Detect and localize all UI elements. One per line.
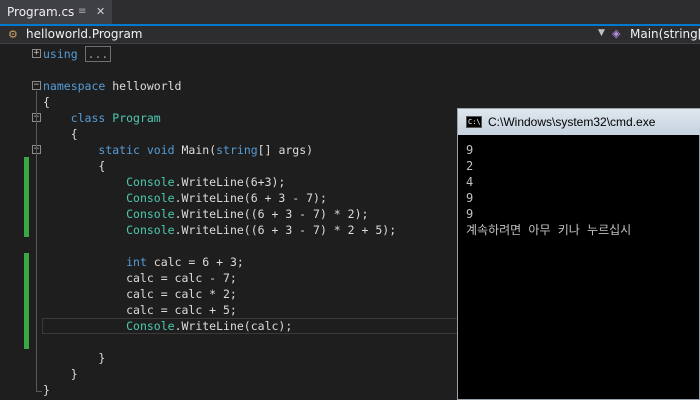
- code-line[interactable]: class Program: [43, 110, 161, 126]
- code-token: string: [216, 143, 258, 157]
- code-token: .WriteLine(6 + 3 - 7);: [174, 191, 327, 205]
- outline-guide-end: [36, 391, 42, 392]
- code-token: .WriteLine(calc);: [174, 319, 293, 333]
- code-line[interactable]: {: [43, 94, 50, 110]
- code-token: Console: [126, 191, 175, 205]
- tab-title: Program.cs: [7, 5, 75, 19]
- code-line[interactable]: Console.WriteLine((6 + 3 - 7) * 2 + 5);: [43, 222, 396, 238]
- code-line[interactable]: }: [43, 382, 50, 398]
- code-line[interactable]: }: [43, 366, 78, 382]
- code-line[interactable]: namespace helloworld: [43, 78, 181, 94]
- console-output-line: 9: [466, 143, 474, 157]
- code-token: int: [126, 255, 147, 269]
- console-output: 9 2 4 9 9 계속하려면 아무 키나 누르십시: [458, 136, 699, 399]
- code-token: helloworld: [105, 79, 182, 93]
- collapsed-region[interactable]: ...: [84, 46, 112, 62]
- code-token: {: [43, 127, 78, 141]
- code-token: static: [98, 143, 140, 157]
- code-line[interactable]: calc = calc - 7;: [43, 270, 237, 286]
- code-token: calc = calc * 2;: [43, 287, 237, 301]
- code-token: using: [43, 47, 78, 61]
- code-token: }: [43, 367, 78, 381]
- console-output-line: 9: [466, 191, 474, 205]
- code-line[interactable]: {: [43, 158, 105, 174]
- code-line[interactable]: calc = calc * 2;: [43, 286, 237, 302]
- code-token: {: [43, 159, 106, 173]
- cmd-icon: C:\: [466, 116, 482, 128]
- code-token: }: [43, 351, 106, 365]
- code-line[interactable]: Console.WriteLine(calc);: [43, 318, 292, 334]
- outline-guide: [36, 91, 37, 391]
- tab-strip: Program.cs ≡ ✕: [0, 0, 700, 26]
- code-line[interactable]: Console.WriteLine(6+3);: [43, 174, 285, 190]
- fold-toggle-namespace[interactable]: −: [32, 81, 41, 90]
- change-marker: [24, 253, 29, 349]
- code-token: calc = 6 + 3;: [146, 255, 244, 269]
- console-output-line: 4: [466, 175, 474, 189]
- code-token: Console: [126, 319, 175, 333]
- code-token: [] args): [257, 143, 314, 157]
- code-line[interactable]: Console.WriteLine((6 + 3 - 7) * 2);: [43, 206, 368, 222]
- code-token: Console: [126, 175, 175, 189]
- code-token: Program: [112, 111, 161, 125]
- code-token: void: [146, 143, 175, 157]
- method-icon: ◈: [612, 27, 621, 40]
- member-scope-label: Main(string[]: [630, 27, 700, 41]
- code-token: {: [43, 95, 50, 109]
- fold-toggle-using[interactable]: +: [32, 49, 41, 58]
- console-window[interactable]: C:\ C:\Windows\system32\cmd.exe 9 2 4 9 9 계속하…: [457, 108, 700, 400]
- chevron-down-icon[interactable]: ▼: [598, 28, 605, 38]
- code-token: .WriteLine(6+3);: [174, 175, 286, 189]
- code-token: class: [70, 111, 106, 125]
- close-icon[interactable]: ✕: [96, 0, 105, 24]
- code-token: namespace: [43, 79, 106, 93]
- code-line[interactable]: int calc = 6 + 3;: [43, 254, 244, 270]
- code-token: Console: [126, 223, 175, 237]
- console-output-line: 9: [466, 207, 474, 221]
- code-token: .WriteLine((6 + 3 - 7) * 2);: [174, 207, 369, 221]
- code-line[interactable]: using ...: [43, 46, 112, 62]
- code-token: calc = calc - 7;: [43, 271, 237, 285]
- code-token: Console: [126, 207, 175, 221]
- code-token: Main(: [174, 143, 217, 157]
- console-output-line: 2: [466, 159, 474, 173]
- console-output-line: 계속하려면 아무 키나 누르십시: [466, 223, 632, 237]
- code-token: .WriteLine((6 + 3 - 7) * 2 + 5);: [174, 223, 397, 237]
- console-title-bar[interactable]: C:\ C:\Windows\system32\cmd.exe: [458, 109, 700, 135]
- type-scope-label: helloworld.Program: [26, 27, 143, 41]
- code-token: calc = calc + 5;: [43, 303, 237, 317]
- class-icon: ⚙: [8, 28, 18, 41]
- code-token: }: [43, 383, 50, 397]
- member-scope-dropdown[interactable]: ◈ Main(string[]: [610, 26, 700, 44]
- code-line[interactable]: Console.WriteLine(6 + 3 - 7);: [43, 190, 327, 206]
- tab-program-cs[interactable]: Program.cs ≡ ✕: [0, 0, 112, 24]
- change-marker: [24, 157, 29, 237]
- console-title: C:\Windows\system32\cmd.exe: [488, 115, 656, 129]
- code-line[interactable]: }: [43, 350, 105, 366]
- code-line[interactable]: calc = calc + 5;: [43, 302, 237, 318]
- code-line[interactable]: {: [43, 126, 78, 142]
- code-line[interactable]: static void Main(string[] args): [43, 142, 313, 158]
- navigation-bar: ⚙ helloworld.Program ▼ ◈ Main(string[]: [0, 26, 700, 44]
- pin-icon[interactable]: ≡: [78, 0, 86, 24]
- type-scope-dropdown[interactable]: ⚙ helloworld.Program ▼: [0, 26, 610, 44]
